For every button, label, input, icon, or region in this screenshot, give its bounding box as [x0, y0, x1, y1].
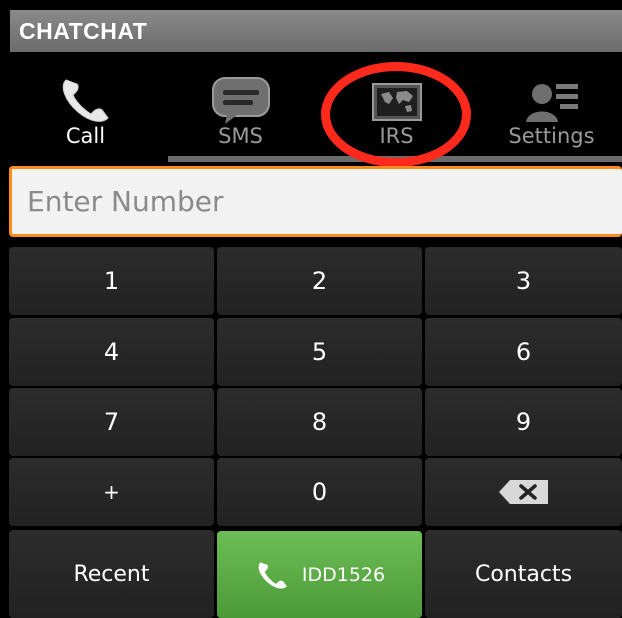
tab-bar: Call SMS IRS Settings: [0, 60, 622, 163]
key-7[interactable]: 7: [9, 388, 214, 456]
call-button[interactable]: IDD1526: [217, 531, 422, 618]
tab-settings-label: Settings: [508, 124, 595, 148]
key-8[interactable]: 8: [217, 388, 422, 456]
user-settings-icon: [525, 84, 578, 122]
tab-call[interactable]: Call: [8, 60, 163, 163]
key-label: 3: [515, 267, 532, 295]
key-label: +: [103, 480, 120, 504]
backspace-icon: [498, 480, 548, 504]
contacts-button[interactable]: Contacts: [425, 530, 622, 618]
key-5[interactable]: 5: [217, 318, 422, 386]
key-4[interactable]: 4: [9, 318, 214, 386]
app-title-bar: CHATCHAT: [10, 10, 622, 52]
backspace-button[interactable]: [425, 458, 622, 526]
key-label: 4: [103, 338, 120, 366]
key-9[interactable]: 9: [425, 388, 622, 456]
call-label: IDD1526: [301, 563, 386, 586]
key-plus[interactable]: +: [9, 458, 214, 526]
key-label: 6: [515, 338, 532, 366]
key-label: 1: [103, 267, 120, 295]
key-label: 5: [311, 338, 328, 366]
phone-number-input[interactable]: [12, 169, 622, 234]
number-field[interactable]: [9, 166, 622, 237]
phone-icon: [62, 79, 109, 122]
key-2[interactable]: 2: [217, 247, 422, 315]
key-6[interactable]: 6: [425, 318, 622, 386]
key-0[interactable]: 0: [217, 458, 422, 526]
tab-call-label: Call: [65, 124, 106, 148]
tab-settings[interactable]: Settings: [474, 60, 622, 163]
tab-sms[interactable]: SMS: [163, 60, 318, 163]
key-3[interactable]: 3: [425, 247, 622, 315]
app-title: CHATCHAT: [19, 17, 148, 44]
recent-label: Recent: [73, 561, 150, 587]
key-label: 0: [311, 478, 328, 506]
key-label: 7: [103, 408, 120, 436]
contacts-label: Contacts: [474, 561, 573, 587]
key-1[interactable]: 1: [9, 247, 214, 315]
key-label: 9: [515, 408, 532, 436]
chat-bubble-icon: [211, 77, 270, 124]
key-label: 8: [311, 408, 328, 436]
tab-sms-label: SMS: [218, 124, 263, 148]
annotation-circle: [321, 62, 471, 167]
key-label: 2: [311, 267, 328, 295]
phone-icon: [258, 561, 287, 589]
recent-button[interactable]: Recent: [9, 530, 214, 618]
